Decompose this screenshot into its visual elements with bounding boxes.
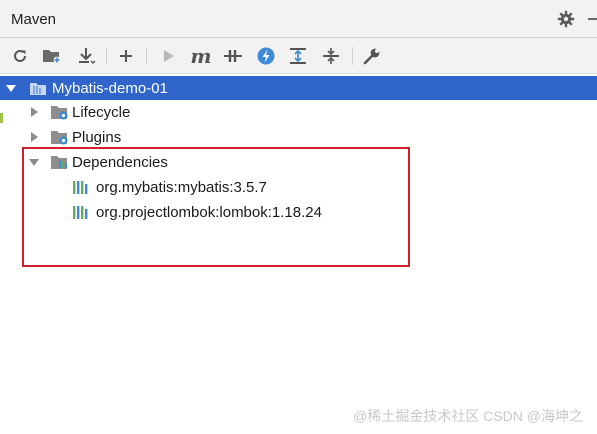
lifecycle-label: Lifecycle [72,103,131,121]
maven-project-icon [29,79,47,97]
chevron-down-icon[interactable] [5,82,17,94]
project-label: Mybatis-demo-01 [52,79,168,97]
lifecycle-folder-icon [50,103,68,121]
run-icon[interactable] [156,44,180,68]
minimize-icon[interactable] [584,9,597,29]
annotation-highlight-box [22,147,410,267]
tree-node-plugins[interactable]: Plugins [0,125,121,149]
execute-goal-icon[interactable]: m [189,44,213,68]
panel-title: Maven [11,11,57,28]
expand-all-icon[interactable] [286,44,310,68]
reload-icon[interactable] [8,44,32,68]
plugins-label: Plugins [72,128,122,146]
chevron-right-icon[interactable] [28,131,40,143]
maven-tool-window-header: Maven [0,0,597,38]
chevron-right-icon[interactable] [28,106,40,118]
settings-wrench-icon[interactable] [360,44,384,68]
add-folder-icon[interactable] [40,44,64,68]
skip-tests-icon[interactable] [254,44,278,68]
gear-icon[interactable] [556,9,576,29]
watermark: @稀土掘金技术社区 CSDN @海坤之 [353,408,583,424]
maven-toolbar: m [0,38,597,74]
collapse-all-icon[interactable] [319,44,343,68]
tree-node-project[interactable]: Mybatis-demo-01 [0,76,597,100]
plus-icon[interactable] [114,44,138,68]
toggle-offline-icon[interactable] [221,44,245,68]
tree-node-lifecycle[interactable]: Lifecycle [0,100,130,124]
plugins-folder-icon [50,128,68,146]
download-icon[interactable] [74,44,98,68]
